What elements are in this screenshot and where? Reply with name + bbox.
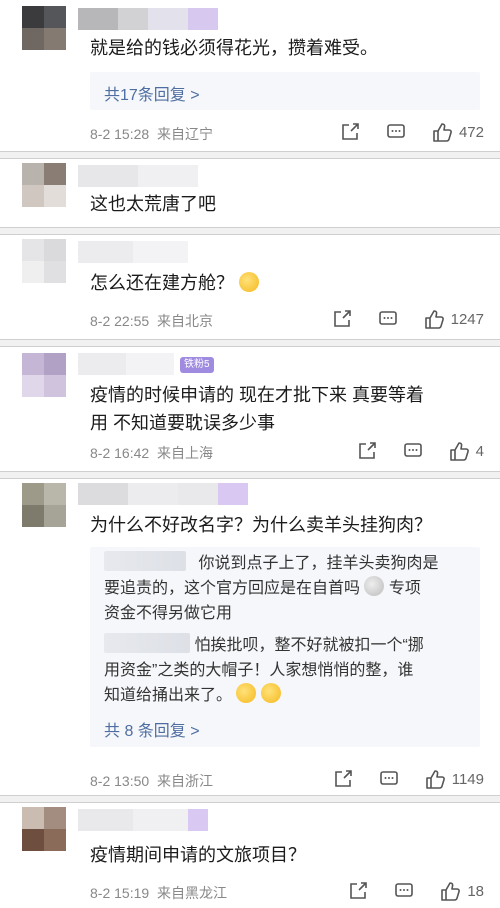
comment-icon[interactable]: [378, 768, 400, 790]
comment-icon[interactable]: [385, 121, 407, 143]
comment-card: 为什么不好改名字？为什么卖羊头挂狗肉？ 你说到点子上了，挂羊头卖狗肉是 要追责的…: [0, 478, 500, 796]
comment-icon[interactable]: [393, 880, 415, 902]
like-count: 1247: [450, 310, 484, 328]
replies-box[interactable]: 共17条回复 >: [90, 72, 480, 110]
comment-actions: 4: [332, 440, 484, 462]
more-replies-link[interactable]: 共17条回复 >: [104, 81, 200, 105]
share-icon[interactable]: [347, 880, 369, 902]
comment-actions: 18: [323, 880, 484, 902]
comment-text: 疫情期间申请的文旅项目？: [90, 845, 306, 865]
avatar[interactable]: [22, 353, 66, 397]
comment-meta: 8-2 13:50 来自浙江: [90, 771, 213, 791]
comment-location: 来自黑龙江: [156, 885, 227, 901]
username[interactable]: [78, 483, 248, 505]
comment-text: 怎么还在建方舱？: [90, 269, 480, 297]
like-count: 472: [458, 123, 484, 141]
emoji-icon: [364, 576, 385, 596]
comment-meta: 8-2 22:55 来自北京: [90, 311, 213, 331]
comment-icon[interactable]: [402, 440, 424, 462]
dog-emoji-icon: [236, 683, 257, 703]
comment-date: 8-2 16:42: [90, 445, 150, 461]
comment-text: 就是给的钱必须得花光，攒着难受。: [90, 38, 378, 58]
avatar[interactable]: [22, 6, 66, 50]
like-icon[interactable]: [448, 440, 470, 462]
reply-username[interactable]: [104, 551, 186, 571]
username[interactable]: [78, 353, 174, 375]
avatar[interactable]: [22, 239, 66, 283]
like-count: 1149: [451, 770, 484, 788]
comment-location: 来自辽宁: [156, 126, 213, 142]
comment-card: 疫情期间申请的文旅项目？ 8-2 15:19 来自黑龙江 18: [0, 802, 500, 908]
comment-actions: 1247: [307, 308, 484, 330]
comment-text: 疫情的时候申请的 现在才批下来 真要等着 用 不知道要耽误多少事: [90, 385, 425, 433]
comment-actions: 1149: [308, 768, 484, 790]
like-icon[interactable]: [431, 121, 453, 143]
like-count: 18: [467, 882, 484, 900]
like-count: 4: [475, 442, 484, 460]
comment-date: 8-2 22:55: [90, 313, 150, 329]
share-icon[interactable]: [356, 440, 378, 462]
comment-card: 这也太荒唐了吧: [0, 158, 500, 228]
reply-item[interactable]: 怕挨批呗，整不好就被扣一个“挪 用资金”之类的大帽子！人家想悄悄的整，谁 知道给…: [104, 633, 470, 708]
comment-meta: 8-2 15:19 来自黑龙江: [90, 883, 227, 903]
comment-date: 8-2 13:50: [90, 773, 150, 789]
avatar[interactable]: [22, 163, 66, 207]
username[interactable]: [78, 809, 208, 831]
share-icon[interactable]: [331, 308, 353, 330]
share-icon[interactable]: [332, 768, 354, 790]
grin-emoji-icon: [239, 272, 260, 292]
like-icon[interactable]: [439, 880, 461, 902]
comment-meta: 8-2 16:42 来自上海: [90, 443, 213, 463]
avatar[interactable]: [22, 807, 66, 851]
reply-item[interactable]: 你说到点子上了，挂羊头卖狗肉是 要追责的，这个官方回应是在自首吗 专项 资金不得…: [104, 551, 470, 626]
replies-box[interactable]: 你说到点子上了，挂羊头卖狗肉是 要追责的，这个官方回应是在自首吗 专项 资金不得…: [90, 547, 480, 747]
more-replies-link[interactable]: 共 8 条回复 >: [104, 717, 200, 741]
username[interactable]: [78, 8, 218, 30]
comment-icon[interactable]: [377, 308, 399, 330]
comment-date: 8-2 15:19: [90, 885, 150, 901]
avatar[interactable]: [22, 483, 66, 527]
comment-location: 来自北京: [156, 313, 213, 329]
like-icon[interactable]: [423, 308, 445, 330]
comment-meta: 8-2 15:28 来自辽宁: [90, 124, 213, 144]
comment-location: 来自浙江: [156, 773, 213, 789]
share-icon[interactable]: [339, 121, 361, 143]
username[interactable]: [78, 165, 198, 187]
dog-emoji-icon: [260, 683, 281, 703]
comment-date: 8-2 15:28: [90, 126, 150, 142]
fan-badge: 铁粉5: [180, 357, 214, 373]
comment-text: 为什么不好改名字？为什么卖羊头挂狗肉？: [90, 515, 432, 535]
comment-text: 这也太荒唐了吧: [90, 194, 216, 214]
comment-location: 来自上海: [156, 445, 213, 461]
comment-actions: 472: [315, 121, 484, 143]
like-icon[interactable]: [424, 768, 446, 790]
comment-card: 就是给的钱必须得花光，攒着难受。 共17条回复 > 8-2 15:28 来自辽宁…: [0, 0, 500, 152]
reply-username[interactable]: [104, 633, 190, 653]
comment-card: 怎么还在建方舱？ 8-2 22:55 来自北京 1247: [0, 234, 500, 340]
username[interactable]: [78, 241, 188, 263]
comment-card: 铁粉5 疫情的时候申请的 现在才批下来 真要等着 用 不知道要耽误多少事 8-2…: [0, 346, 500, 472]
